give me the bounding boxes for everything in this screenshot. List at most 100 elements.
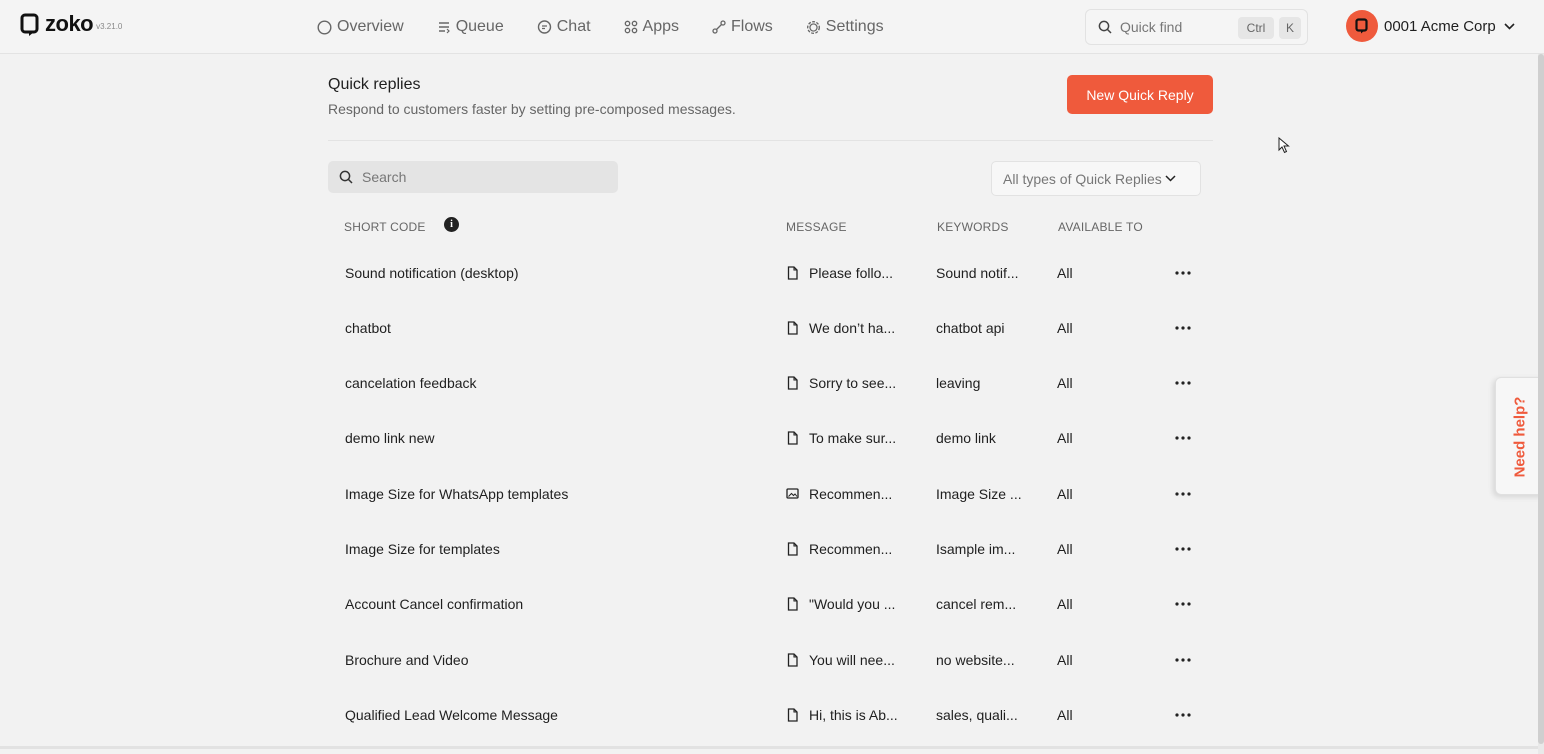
keywords: Image Size ... — [936, 485, 1022, 502]
top-bar: zoko v3.21.0 Overview Queue Chat Apps Fl… — [0, 0, 1544, 54]
row-more-button[interactable] — [1175, 486, 1191, 502]
row-more-button[interactable] — [1175, 541, 1191, 557]
short-code: Account Cancel confirmation — [345, 596, 524, 613]
scrollbar-thumb[interactable] — [1538, 54, 1544, 744]
zoko-logo[interactable]: zoko v3.21.0 — [20, 13, 123, 36]
new-quick-reply-button[interactable]: New Quick Reply — [1067, 75, 1213, 114]
header-divider — [328, 140, 1213, 141]
chevron-down-icon — [1165, 175, 1176, 182]
document-icon — [787, 597, 798, 611]
page-subtitle: Respond to customers faster by setting p… — [328, 101, 736, 117]
app-version: v3.21.0 — [96, 22, 123, 31]
table-row[interactable]: Image Size for templates Recommen... Isamp… — [328, 522, 1213, 577]
nav-overview-label: Overview — [337, 18, 404, 35]
keywords: Sound notif... — [936, 264, 1019, 281]
gear-icon — [806, 20, 820, 34]
column-header-message: MESSAGE — [786, 220, 847, 234]
message-type-icon — [786, 652, 800, 667]
table-row[interactable]: cancelation feedback Sorry to see... leavi… — [328, 356, 1213, 411]
nav-flows-label: Flows — [731, 18, 773, 35]
short-code: cancelation feedback — [345, 375, 477, 392]
message-type-icon — [786, 542, 800, 556]
short-code: chatbot — [345, 319, 391, 336]
circle-icon — [317, 19, 332, 35]
search-input[interactable] — [362, 169, 602, 185]
row-more-button[interactable] — [1175, 375, 1191, 391]
more-options-icon — [1175, 547, 1191, 551]
type-filter-value: All types of Quick Replies — [1003, 170, 1162, 187]
document-icon — [787, 652, 798, 667]
short-code: Image Size for templates — [345, 541, 500, 557]
more-options-icon — [1175, 381, 1191, 385]
nav-apps-label: Apps — [642, 18, 679, 35]
keywords: cancel rem... — [936, 596, 1017, 613]
apps-grid-icon — [624, 20, 637, 34]
message-type-icon — [786, 597, 800, 611]
row-more-button[interactable] — [1175, 265, 1191, 281]
available-to: All — [1057, 375, 1073, 392]
shortcut-key-ctrl: Ctrl — [1238, 17, 1274, 39]
table-row[interactable]: Sound notification (desktop) Please follo… — [328, 245, 1213, 300]
more-options-icon — [1175, 270, 1191, 275]
nav-queue[interactable]: Queue — [437, 18, 504, 36]
keywords: Isample im... — [936, 541, 1016, 557]
message-preview: Recommen... — [809, 485, 893, 502]
row-more-button[interactable] — [1175, 320, 1191, 336]
available-to: All — [1057, 264, 1073, 281]
more-options-icon — [1175, 492, 1191, 496]
queue-icon — [438, 22, 450, 34]
type-filter-dropdown[interactable]: All types of Quick Replies — [991, 161, 1201, 196]
short-code: demo link new — [345, 430, 435, 447]
scrollbar[interactable] — [1538, 54, 1544, 754]
short-code: Brochure and Video — [345, 651, 469, 668]
org-switcher[interactable]: 0001 Acme Corp — [1346, 10, 1515, 42]
keywords: no website... — [936, 651, 1015, 668]
keywords: sales, quali... — [936, 706, 1018, 723]
org-name: 0001 Acme Corp — [1384, 17, 1496, 35]
row-more-button[interactable] — [1175, 430, 1191, 446]
message-preview: Hi, this is Ab... — [809, 706, 898, 723]
keywords: demo link — [936, 430, 996, 447]
info-icon[interactable]: i — [444, 217, 459, 232]
nav-chat-label: Chat — [556, 18, 591, 35]
available-to: All — [1057, 596, 1073, 613]
more-options-icon — [1175, 602, 1191, 606]
nav-overview[interactable]: Overview — [317, 18, 404, 36]
table-row[interactable]: chatbot We don’t ha... chatbot api All — [328, 300, 1213, 355]
document-icon — [787, 265, 798, 280]
zoko-logo-icon — [20, 13, 40, 36]
available-to: All — [1057, 485, 1073, 502]
document-icon — [787, 542, 798, 556]
column-header-keywords: KEYWORDS — [937, 220, 1009, 234]
available-to: All — [1057, 706, 1073, 723]
message-preview: We don’t ha... — [809, 319, 896, 336]
nav-chat[interactable]: Chat — [537, 18, 591, 36]
message-preview: Recommen... — [809, 541, 893, 557]
table-row[interactable]: Account Cancel confirmation "Would you ..… — [328, 577, 1213, 632]
nav-apps[interactable]: Apps — [624, 18, 679, 36]
more-options-icon — [1175, 713, 1191, 717]
nav-settings[interactable]: Settings — [806, 18, 884, 36]
search-box — [328, 161, 618, 193]
message-type-icon — [786, 265, 800, 280]
more-options-icon — [1175, 326, 1191, 330]
row-more-button[interactable] — [1175, 707, 1191, 723]
message-type-icon — [786, 431, 800, 446]
table-row[interactable]: demo link new To make sur... demo link All — [328, 411, 1213, 466]
table-row[interactable]: Qualified Lead Welcome Message Hi, this i… — [328, 687, 1213, 742]
row-more-button[interactable] — [1175, 596, 1191, 612]
table-row[interactable]: Image Size for WhatsApp templates Recomme… — [328, 466, 1213, 521]
need-help-tab[interactable]: Need help? — [1495, 377, 1544, 495]
table-row[interactable]: Brochure and Video You will nee... no webs… — [328, 632, 1213, 687]
zoko-bubble-icon — [1355, 18, 1368, 34]
nav-flows[interactable]: Flows — [712, 18, 773, 36]
message-preview: "Would you ... — [809, 596, 896, 613]
short-code: Sound notification (desktop) — [345, 264, 519, 281]
flows-icon — [712, 20, 726, 34]
row-more-button[interactable] — [1175, 652, 1191, 668]
main-nav: Overview Queue Chat Apps Flows Settings — [317, 0, 917, 54]
quick-find[interactable]: Quick find Ctrl K — [1085, 9, 1308, 45]
message-preview: You will nee... — [809, 651, 895, 668]
message-type-icon — [786, 708, 800, 722]
more-options-icon — [1175, 657, 1191, 662]
